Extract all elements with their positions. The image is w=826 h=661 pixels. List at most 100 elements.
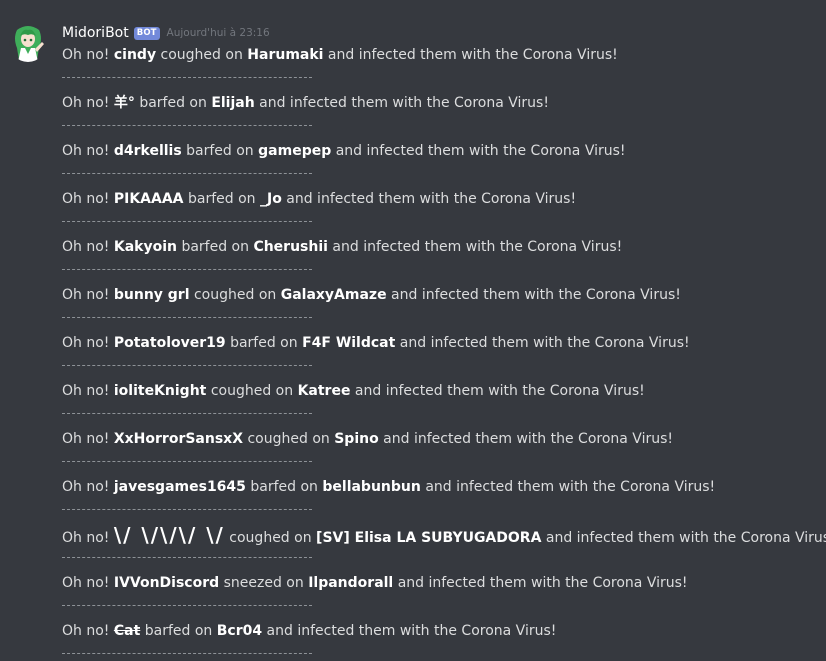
victim-name: Spino — [334, 431, 379, 447]
infection-verb: barfed on — [181, 239, 249, 255]
separator-rule — [62, 173, 312, 174]
infection-verb: coughed on — [247, 431, 330, 447]
infection-verb: coughed on — [193, 287, 277, 303]
dashed-separator: ----------------------------------------… — [62, 454, 314, 470]
message-header: MidoriBot BOT Aujourd'hui à 23:16 — [62, 24, 270, 42]
bot-username[interactable]: MidoriBot — [62, 25, 129, 41]
separator-rule — [62, 221, 312, 222]
victim-name: [SV] Elisa LA SUBYUGADORA — [316, 530, 542, 546]
entry-prefix: Oh no! — [62, 431, 110, 447]
infection-entry: Oh no! cindy coughed on Harumaki and inf… — [62, 44, 822, 92]
entry-suffix: and infected them with the Corona Virus! — [391, 287, 681, 303]
infection-line: Oh no! bunny grl coughed on GalaxyAmaze … — [62, 284, 822, 306]
entry-prefix: Oh no! — [62, 95, 110, 111]
infection-verb: barfed on — [139, 95, 207, 111]
entry-prefix: Oh no! — [62, 575, 110, 591]
chat-message: MidoriBot BOT Aujourd'hui à 23:16 Oh no!… — [0, 0, 826, 661]
dashed-separator: ----------------------------------------… — [62, 598, 314, 614]
infection-line: Oh no! PIKAAAA barfed on _Jo and infecte… — [62, 188, 822, 210]
infection-verb: barfed on — [186, 143, 254, 159]
victim-name: gamepep — [258, 143, 332, 159]
infection-entry: Oh no! bunny grl coughed on GalaxyAmaze … — [62, 284, 822, 332]
separator-rule — [62, 653, 312, 654]
message-content: Oh no! cindy coughed on Harumaki and inf… — [62, 44, 826, 661]
entry-suffix: and infected them with the Corona Virus! — [332, 239, 623, 255]
entry-suffix: and infected them with the Corona Virus! — [545, 530, 826, 546]
entry-prefix: Oh no! — [62, 143, 110, 159]
infection-line: Oh no! ioliteKnight coughed on Katree an… — [62, 380, 822, 402]
infection-line: Oh no! cindy coughed on Harumaki and inf… — [62, 44, 822, 66]
entry-suffix: and infected them with the Corona Virus! — [335, 143, 626, 159]
attacker-name: Potatolover19 — [113, 335, 226, 351]
infection-entry: Oh no! ioliteKnight coughed on Katree an… — [62, 380, 822, 428]
dashed-separator: ----------------------------------------… — [62, 310, 314, 326]
separator-rule — [62, 413, 312, 414]
separator-rule — [62, 509, 312, 510]
midori-avatar-icon — [15, 26, 44, 62]
infection-entry: Oh no! XxHorrorSansxX coughed on Spino a… — [62, 428, 822, 476]
dashed-separator: ----------------------------------------… — [62, 550, 314, 566]
victim-name: Katree — [297, 383, 351, 399]
dashed-separator: ----------------------------------------… — [62, 502, 314, 518]
infection-line: Oh no! javesgames1645 barfed on bellabun… — [62, 476, 822, 498]
entry-suffix: and infected them with the Corona Virus! — [286, 191, 577, 207]
infection-line: Oh no! Cat barfed on Bcr04 and infected … — [62, 620, 822, 642]
infection-verb: coughed on — [160, 47, 243, 63]
infection-entry: Oh no! d4rkellis barfed on gamepep and i… — [62, 140, 822, 188]
entry-prefix: Oh no! — [62, 479, 110, 495]
dashed-separator: ----------------------------------------… — [62, 406, 314, 422]
infection-line: Oh no! 羊° barfed on Elijah and infected … — [62, 92, 822, 114]
victim-name: Bcr04 — [216, 623, 263, 639]
entry-prefix: Oh no! — [62, 287, 110, 303]
infection-entry: Oh no! 羊° barfed on Elijah and infected … — [62, 92, 822, 140]
dashed-separator: ----------------------------------------… — [62, 166, 314, 182]
infection-line: Oh no! IVVonDiscord sneezed on Ilpandora… — [62, 572, 822, 594]
victim-name: Harumaki — [247, 47, 324, 63]
victim-name: F4F Wildcat — [302, 335, 396, 351]
entry-suffix: and infected them with the Corona Virus! — [327, 47, 618, 63]
separator-rule — [62, 365, 312, 366]
attacker-name: \/ \/\/\/ \/ — [113, 523, 225, 547]
entry-suffix: and infected them with the Corona Virus! — [383, 431, 673, 447]
entry-suffix: and infected them with the Corona Virus! — [354, 383, 645, 399]
entry-suffix: and infected them with the Corona Virus! — [259, 95, 549, 111]
entry-prefix: Oh no! — [62, 530, 110, 546]
attacker-name: cindy — [113, 47, 157, 63]
infection-verb: coughed on — [210, 383, 294, 399]
infection-verb: barfed on — [187, 191, 256, 207]
infection-entry: Oh no! javesgames1645 barfed on bellabun… — [62, 476, 822, 524]
infection-entry: Oh no! PIKAAAA barfed on _Jo and infecte… — [62, 188, 822, 236]
infection-entry: Oh no! Cat barfed on Bcr04 and infected … — [62, 620, 822, 661]
attacker-name: Cat — [113, 623, 141, 639]
dashed-separator: ----------------------------------------… — [62, 358, 314, 374]
victim-name: Elijah — [211, 95, 255, 111]
infection-entry: Oh no! \/ \/\/\/ \/ coughed on [SV] Elis… — [62, 523, 826, 572]
attacker-name: bunny grl — [113, 287, 190, 303]
bot-avatar[interactable] — [9, 24, 47, 62]
entry-suffix: and infected them with the Corona Virus! — [266, 623, 557, 639]
victim-name: Ilpandorall — [308, 575, 394, 591]
infection-line: Oh no! Kakyoin barfed on Cherushii and i… — [62, 236, 822, 258]
entry-prefix: Oh no! — [62, 623, 110, 639]
attacker-name: PIKAAAA — [113, 191, 184, 207]
separator-rule — [62, 557, 312, 558]
attacker-name: javesgames1645 — [113, 479, 246, 495]
infection-entry: Oh no! Kakyoin barfed on Cherushii and i… — [62, 236, 822, 284]
dashed-separator: ----------------------------------------… — [62, 262, 314, 278]
infection-verb: barfed on — [230, 335, 298, 351]
attacker-name: IVVonDiscord — [113, 575, 220, 591]
attacker-name: ioliteKnight — [113, 383, 207, 399]
infection-line: Oh no! Potatolover19 barfed on F4F Wildc… — [62, 332, 822, 354]
attacker-name: Kakyoin — [113, 239, 177, 255]
victim-name: Cherushii — [253, 239, 328, 255]
separator-rule — [62, 605, 312, 606]
separator-rule — [62, 125, 312, 126]
separator-rule — [62, 317, 312, 318]
infection-line: Oh no! \/ \/\/\/ \/ coughed on [SV] Elis… — [62, 523, 826, 547]
infection-verb: sneezed on — [223, 575, 304, 591]
entry-prefix: Oh no! — [62, 239, 110, 255]
victim-name: bellabunbun — [322, 479, 421, 495]
separator-rule — [62, 269, 312, 270]
attacker-name: 羊° — [113, 95, 135, 111]
infection-line: Oh no! d4rkellis barfed on gamepep and i… — [62, 140, 822, 162]
